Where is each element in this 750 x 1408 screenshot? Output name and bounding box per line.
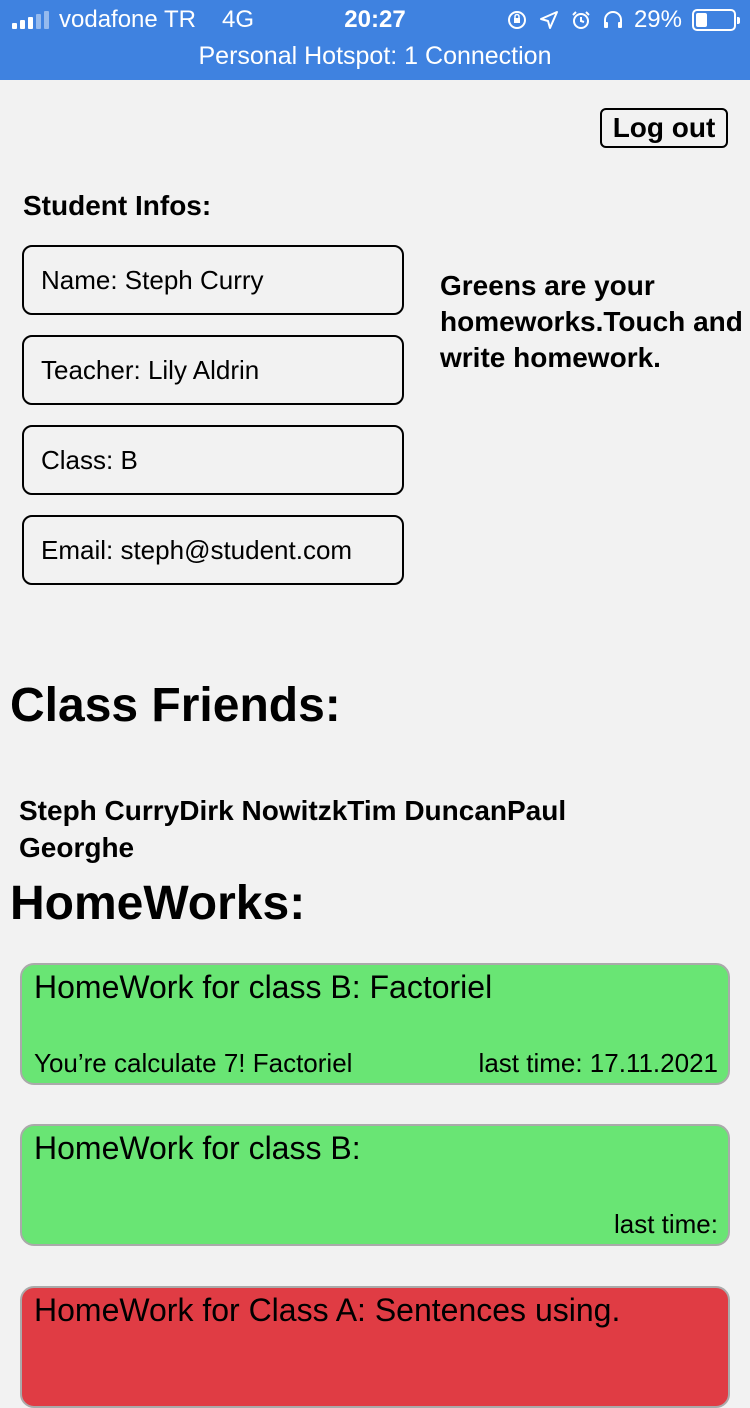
battery-icon bbox=[692, 9, 740, 31]
homework-title: HomeWork for Class A: Sentences using. bbox=[34, 1292, 621, 1328]
homework-card[interactable]: HomeWork for class B: last time: bbox=[20, 1124, 730, 1246]
homework-date: last time: 17.11.2021 bbox=[478, 1048, 718, 1078]
homework-card[interactable]: HomeWork for class B: Factoriel You’re c… bbox=[20, 963, 730, 1085]
location-arrow-icon bbox=[538, 9, 560, 31]
name-field: Name: Steph Curry bbox=[22, 245, 404, 315]
homework-hint: Greens are your homeworks.Touch and writ… bbox=[440, 270, 743, 373]
class-friends-list: Steph CurryDirk NowitzkTim DuncanPaul Ge… bbox=[19, 795, 567, 863]
homework-date: last time: bbox=[613, 1209, 718, 1239]
homework-title: HomeWork for class B: bbox=[34, 1130, 361, 1166]
hotspot-banner[interactable]: Personal Hotspot: 1 Connection bbox=[0, 42, 750, 71]
homeworks-title: HomeWorks: bbox=[10, 877, 306, 930]
teacher-field: Teacher: Lily Aldrin bbox=[22, 335, 404, 405]
battery-percent: 29% bbox=[633, 6, 682, 33]
homework-card[interactable]: HomeWork for Class A: Sentences using. bbox=[20, 1286, 730, 1408]
alarm-icon bbox=[570, 9, 592, 31]
homework-description: You’re calculate 7! Factoriel bbox=[34, 1048, 353, 1078]
status-bar: vodafone TR 4G 20:27 29% Personal Hotspo… bbox=[0, 0, 750, 80]
status-right: 29% bbox=[506, 6, 740, 34]
class-field: Class: B bbox=[22, 425, 404, 495]
logout-button[interactable]: Log out bbox=[600, 108, 728, 148]
lock-rotation-icon bbox=[506, 9, 528, 31]
class-friends-title: Class Friends: bbox=[10, 679, 341, 732]
student-infos-title: Student Infos: bbox=[23, 190, 212, 221]
headphones-icon bbox=[602, 9, 624, 31]
email-field: Email: steph@student.com bbox=[22, 515, 404, 585]
homework-title: HomeWork for class B: Factoriel bbox=[34, 969, 493, 1005]
